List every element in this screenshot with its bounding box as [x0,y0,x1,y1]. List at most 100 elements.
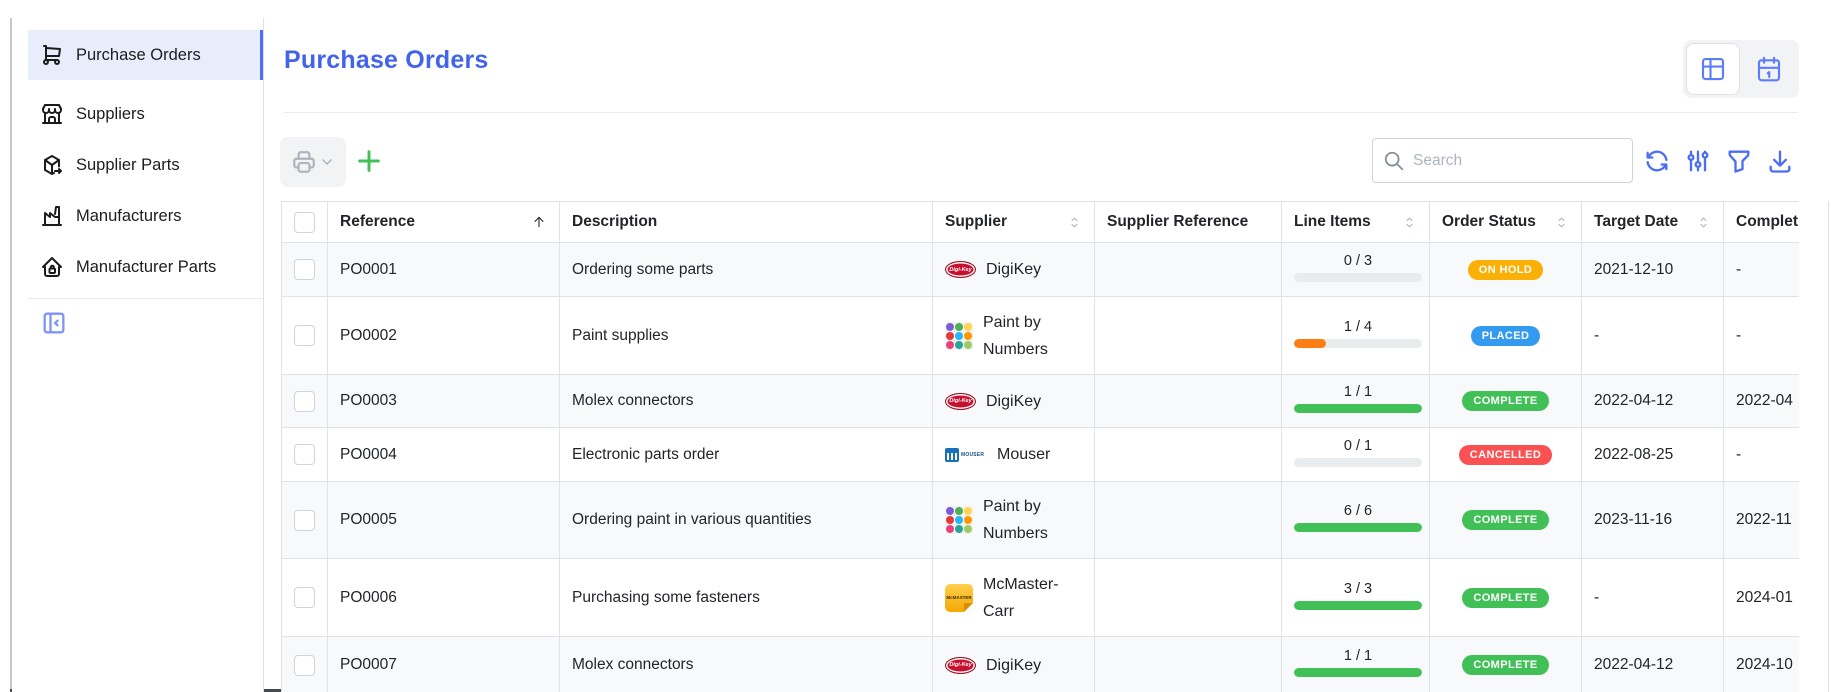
target-date-value: 2022-04-12 [1594,392,1673,409]
table-row[interactable]: PO0005 Ordering paint in various quantiti… [282,482,1800,559]
line-items-cell: 3 / 3 [1282,559,1430,637]
filter-button[interactable] [1725,147,1753,175]
completion-date-cell: - [1724,428,1800,482]
column-header-line_items[interactable]: Line Items [1282,202,1430,243]
sidebar-item-purchase-orders[interactable]: Purchase Orders [28,30,263,80]
reference-value: PO0007 [340,656,397,673]
table-row[interactable]: PO0006Purchasing some fastenersMcMASTERM… [282,559,1800,637]
calendar-view-icon [1754,54,1784,84]
row-checkbox[interactable] [294,325,315,346]
row-checkbox[interactable] [294,655,315,676]
reference-value: PO0002 [340,327,397,344]
table-scroll-edge[interactable] [1828,201,1829,692]
sidebar-item-label: Suppliers [76,105,145,124]
download-button[interactable] [1766,147,1794,175]
supplier-name: McMaster-Carr [983,571,1082,625]
progress-bar [1294,404,1422,413]
title-divider [283,112,1798,113]
table-row[interactable]: PO0001Ordering some partsDigi-KeyDigiKey… [282,243,1800,297]
column-header-supplier_reference[interactable]: Supplier Reference [1095,202,1282,243]
target-date-value: 2023-11-16 [1594,511,1672,528]
line-items-cell: 0 / 1 [1282,428,1430,482]
table-view-button[interactable] [1686,43,1740,95]
progress-fill [1294,668,1422,677]
add-order-button[interactable] [352,144,386,178]
column-header-completion_date[interactable]: Completion Date [1724,202,1800,243]
paint-by-numbers-logo [945,506,973,534]
column-header-order_status[interactable]: Order Status [1430,202,1582,243]
column-label: Description [572,213,657,231]
row-checkbox[interactable] [294,510,315,531]
table-row[interactable]: PO0003Molex connectorsDigi-KeyDigiKey1 /… [282,375,1800,428]
supplier-name: Paint by Numbers [983,309,1082,363]
column-label: Completion Date [1736,213,1799,231]
description-value: Molex connectors [572,392,693,409]
reference-value: PO0006 [340,589,397,606]
reference-value: PO0003 [340,392,397,409]
progress-fill [1294,404,1422,413]
column-label: Supplier [945,213,1007,231]
print-button[interactable] [280,137,346,187]
status-badge: COMPLETE [1462,588,1548,608]
shopping-cart-icon [40,43,64,67]
refresh-button[interactable] [1643,147,1671,175]
completion-date-value: 2024-01 [1736,589,1793,606]
completion-date-value: - [1736,261,1741,278]
sidebar-collapse-icon[interactable] [40,309,68,337]
supplier-reference-cell [1095,482,1282,559]
row-checkbox[interactable] [294,587,315,608]
description-cell: Purchasing some fasteners [560,559,933,637]
digikey-logo: Digi-Key [945,657,976,674]
column-label: Supplier Reference [1107,213,1248,231]
completion-date-cell: 2024-10 [1724,637,1800,692]
row-checkbox[interactable] [294,444,315,465]
adjustments-button[interactable] [1684,147,1712,175]
target-date-cell: 2022-08-25 [1582,428,1724,482]
supplier-cell: MOUSERMouser [933,428,1095,482]
column-header-target_date[interactable]: Target Date [1582,202,1724,243]
sidebar-item-suppliers[interactable]: Suppliers [28,97,263,131]
row-checkbox[interactable] [294,259,315,280]
header-checkbox[interactable] [294,212,315,233]
column-label: Reference [340,213,415,231]
description-value: Paint supplies [572,327,669,344]
column-header-reference[interactable]: Reference [328,202,560,243]
paint-by-numbers-logo [945,322,973,350]
select-cell [282,428,328,482]
description-value: Molex connectors [572,656,693,673]
table-row[interactable]: PO0004Electronic parts orderMOUSERMouser… [282,428,1800,482]
target-date-value: 2021-12-10 [1594,261,1673,278]
supplier-name: DigiKey [986,256,1041,283]
supplier-reference-cell [1095,637,1282,692]
calendar-view-button[interactable] [1742,43,1796,95]
progress-bar [1294,458,1422,467]
mouser-logo: MOUSER [945,447,987,462]
table-view-icon [1698,54,1728,84]
sidebar-item-supplier-parts[interactable]: Supplier Parts [28,148,263,182]
table-row[interactable]: PO0007Molex connectorsDigi-KeyDigiKey1 /… [282,637,1800,692]
sidebar-item-manufacturer-parts[interactable]: Manufacturer Parts [28,250,263,284]
description-cell: Molex connectors [560,637,933,692]
select-cell [282,559,328,637]
building-factory-icon [40,204,64,228]
reference-value: PO0005 [340,511,397,528]
column-header-select [282,202,328,243]
order-status-cell: COMPLETE [1430,482,1582,559]
sidebar-item-manufacturers[interactable]: Manufacturers [28,199,263,233]
status-badge: COMPLETE [1462,510,1548,530]
column-header-description[interactable]: Description [560,202,933,243]
column-label: Target Date [1594,213,1678,231]
progress-fill [1294,601,1422,610]
search-input[interactable] [1413,152,1622,170]
row-checkbox[interactable] [294,391,315,412]
reference-cell: PO0001 [328,243,560,297]
reference-cell: PO0003 [328,375,560,428]
status-badge: PLACED [1471,326,1541,346]
order-status-cell: CANCELLED [1430,428,1582,482]
selector-icon [1553,214,1569,230]
description-value: Ordering paint in various quantities [572,511,812,528]
column-header-supplier[interactable]: Supplier [933,202,1095,243]
table-row[interactable]: PO0002Paint suppliesPaint by Numbers1 / … [282,297,1800,375]
column-label: Line Items [1294,213,1371,231]
completion-date-value: 2024-10 [1736,656,1793,673]
